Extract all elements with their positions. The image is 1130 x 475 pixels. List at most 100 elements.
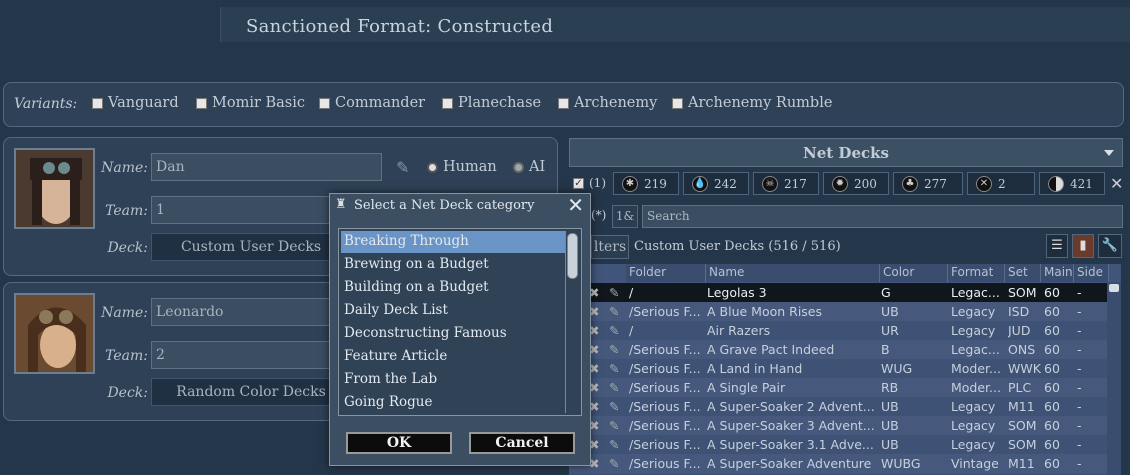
category-item[interactable]: Daily Deck List xyxy=(341,300,565,322)
column-header-set[interactable]: Set xyxy=(1005,264,1041,282)
edit-pencil-icon[interactable]: ✎ xyxy=(609,304,619,319)
filter-red[interactable]: ✹ 200 xyxy=(823,172,889,195)
variant-momir-basic[interactable]: Momir Basic xyxy=(196,95,305,111)
table-row[interactable]: ✖ ✎/Serious F... A Blue Moon Rises UB Legacy… xyxy=(569,302,1109,321)
table-row[interactable]: ✖ ✎ / Air Razers UR Legacy JUD 60- xyxy=(569,321,1109,340)
search-mode-toggle[interactable]: 1& xyxy=(612,205,638,228)
filter-white[interactable]: ✱ 219 xyxy=(613,172,679,195)
column-header-folder[interactable]: Folder xyxy=(626,264,706,282)
delete-bin-icon[interactable]: ▮ xyxy=(1072,234,1094,258)
cell-format: Legacy xyxy=(951,399,996,414)
edit-pencil-icon[interactable]: ✎ xyxy=(609,285,619,300)
cell-side: - xyxy=(1077,380,1082,395)
ok-button[interactable]: OK xyxy=(346,432,452,454)
column-header-color[interactable]: Color xyxy=(880,264,948,282)
radio-dot-icon[interactable] xyxy=(513,161,524,173)
category-item[interactable]: From the Lab xyxy=(341,369,565,391)
player-name-input[interactable]: Dan xyxy=(151,153,382,181)
variant-archenemy-rumble[interactable]: Archenemy Rumble xyxy=(672,95,832,111)
edit-pencil-icon[interactable]: ✎ xyxy=(609,361,619,376)
table-row[interactable]: ✖ ✎/Serious F... A Land in Hand WUG Moder...… xyxy=(569,359,1109,378)
category-item[interactable]: Deconstructing Famous xyxy=(341,323,565,345)
team-input[interactable]: 1 xyxy=(151,196,351,224)
cell-main: 60 xyxy=(1044,456,1060,471)
deck-source-dropdown[interactable]: Net Decks xyxy=(569,138,1123,167)
category-item[interactable]: Going Rogue xyxy=(341,392,565,414)
table-row[interactable]: ✖ ✎/Serious F... A Super-Soaker 2 Advent..… xyxy=(569,397,1109,416)
search-prefix: (*) xyxy=(591,208,607,222)
checkbox[interactable] xyxy=(92,97,103,109)
green-mana-icon: ♣ xyxy=(902,175,918,192)
deck-select-button[interactable]: Random Color Decks xyxy=(151,378,351,406)
settings-wrench-icon[interactable]: 🔧 xyxy=(1098,234,1122,258)
column-header-format[interactable]: Format xyxy=(948,264,1005,282)
cell-set: WWK xyxy=(1008,361,1041,376)
page-title: Sanctioned Format: Constructed xyxy=(246,16,554,37)
radio-dot-icon[interactable] xyxy=(427,161,438,173)
category-item[interactable]: Building on a Budget xyxy=(341,277,565,299)
avatar[interactable] xyxy=(14,148,95,229)
edit-pencil-icon[interactable]: ✎ xyxy=(609,418,619,433)
variant-vanguard[interactable]: Vanguard xyxy=(92,95,179,111)
checkbox[interactable] xyxy=(672,97,683,109)
radio-ai[interactable]: AI xyxy=(513,159,545,175)
checkbox[interactable] xyxy=(442,97,453,109)
net-deck-category-dialog: ♜ Select a Net Deck category ✕ Breaking … xyxy=(329,193,591,466)
avatar[interactable] xyxy=(14,293,95,374)
table-row[interactable]: ✖ ✎/Serious F... A Super-Soaker Adventure W… xyxy=(569,454,1109,473)
filter-blue[interactable]: 💧 242 xyxy=(683,172,749,195)
category-scrollbar-thumb[interactable] xyxy=(567,233,578,279)
table-scrollbar[interactable] xyxy=(1107,282,1121,475)
edit-pencil-icon[interactable]: ✎ xyxy=(609,342,619,357)
name-label: Name: xyxy=(101,160,148,176)
category-list[interactable]: Breaking Through Brewing on a Budget Build… xyxy=(338,228,582,416)
list-view-icon[interactable]: ☰ xyxy=(1046,234,1068,258)
edit-pencil-icon[interactable]: ✎ xyxy=(609,323,619,338)
edit-pencil-icon[interactable]: ✎ xyxy=(609,380,619,395)
filters-button[interactable]: lters xyxy=(591,235,629,259)
column-header-name[interactable]: Name xyxy=(706,264,880,282)
checkbox[interactable] xyxy=(196,97,207,109)
table-scrollbar-thumb[interactable] xyxy=(1109,284,1119,292)
table-row[interactable]: ✖ ✎ / Legolas 3 G Legac... SOM 60- xyxy=(569,283,1109,302)
cell-name: A Blue Moon Rises xyxy=(707,304,823,319)
variant-archenemy[interactable]: Archenemy xyxy=(558,95,657,111)
edit-pencil-icon[interactable]: ✎ xyxy=(609,437,619,452)
variants-bar: Variants: Vanguard Momir Basic Commander… xyxy=(3,82,1124,127)
filter-green[interactable]: ♣ 277 xyxy=(893,172,963,195)
category-item[interactable]: Feature Article xyxy=(341,346,565,368)
table-row[interactable]: ✖ ✎/Serious F... A Single Pair RB Moder... PL… xyxy=(569,378,1109,397)
cell-main: 60 xyxy=(1044,342,1060,357)
table-row[interactable]: ✖ ✎/Serious F... A Grave Pact Indeed B Legac… xyxy=(569,340,1109,359)
edit-pencil-icon[interactable]: ✎ xyxy=(396,158,409,177)
deck-select-button[interactable]: Custom User Decks xyxy=(151,233,351,261)
filter-multicolor[interactable]: 421 xyxy=(1039,172,1105,195)
team-input[interactable]: 2 xyxy=(151,341,351,369)
checkbox[interactable] xyxy=(319,97,330,109)
filter-black[interactable]: ☠ 217 xyxy=(753,172,819,195)
column-header-main[interactable]: Main xyxy=(1041,264,1074,282)
table-row[interactable]: ✖ ✎/Serious F... A Super-Soaker 3 Advent..… xyxy=(569,416,1109,435)
category-item[interactable]: Breaking Through xyxy=(341,231,565,253)
category-item[interactable]: Brewing on a Budget xyxy=(341,254,565,276)
checkbox[interactable] xyxy=(558,97,569,109)
filter-colorless[interactable]: ✕ 2 xyxy=(967,172,1035,195)
cell-set: ONS xyxy=(1008,342,1036,357)
variant-commander[interactable]: Commander xyxy=(319,95,425,111)
radio-human[interactable]: Human xyxy=(427,159,497,175)
clear-filter-close-icon[interactable]: ✕ xyxy=(1110,174,1123,193)
close-icon[interactable]: ✕ xyxy=(567,194,584,216)
column-header-side[interactable]: Side xyxy=(1074,264,1109,282)
search-input[interactable]: Search xyxy=(642,205,1123,228)
cancel-button[interactable]: Cancel xyxy=(469,432,575,454)
all-colors-checkbox[interactable]: ✓ xyxy=(573,178,584,189)
variant-planechase[interactable]: Planechase xyxy=(442,95,541,111)
avatar-portrait-icon xyxy=(16,295,93,372)
edit-pencil-icon[interactable]: ✎ xyxy=(609,456,619,471)
dialog-title: Select a Net Deck category xyxy=(354,198,535,213)
edit-pencil-icon[interactable]: ✎ xyxy=(609,399,619,414)
avatar-portrait-icon xyxy=(16,150,93,227)
table-row[interactable]: ✖ ✎/Serious F... A Super-Soaker 3.1 Adve..… xyxy=(569,435,1109,454)
cell-color: UR xyxy=(881,323,899,338)
cell-color: RB xyxy=(881,380,899,395)
